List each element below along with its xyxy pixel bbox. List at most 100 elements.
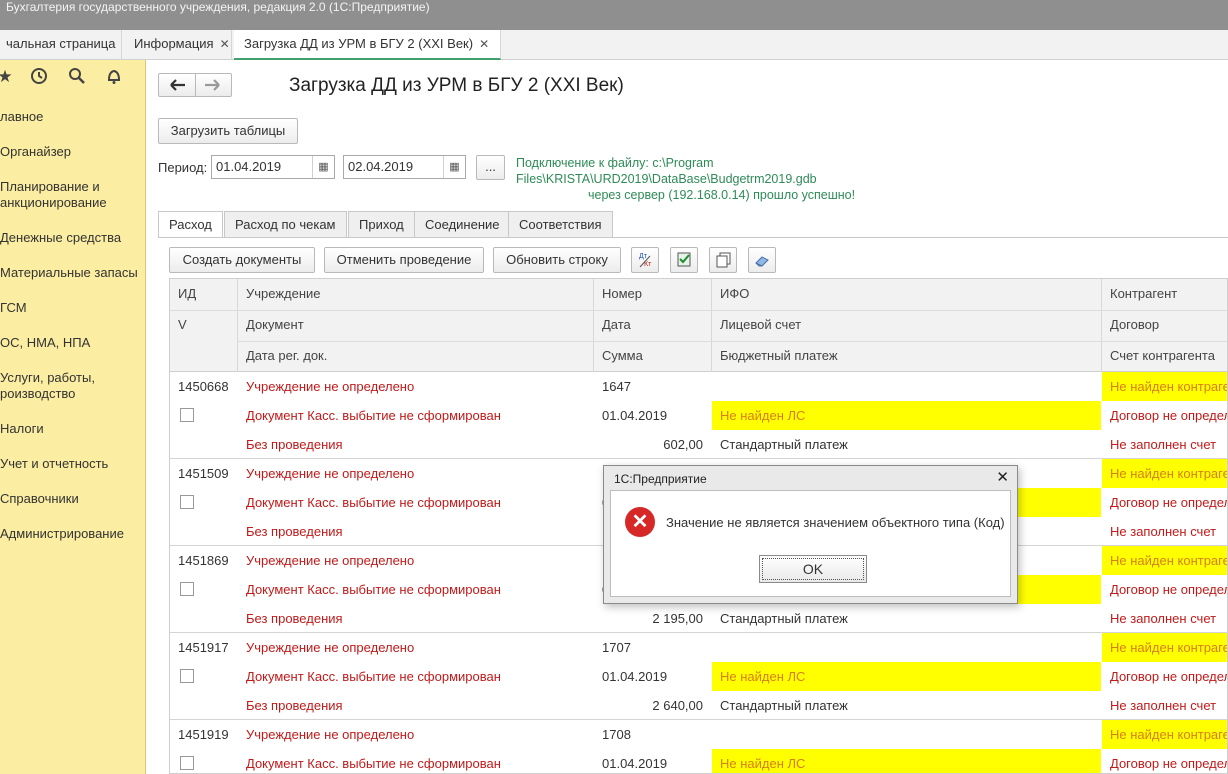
bell-icon[interactable]	[103, 66, 125, 88]
connection-line: Подключение к файлу: c:\Program	[516, 156, 714, 170]
row-checkbox[interactable]	[180, 582, 194, 596]
ok-button[interactable]: OK	[759, 555, 867, 583]
row-institution: Учреждение не определено	[246, 640, 415, 655]
calendar-icon[interactable]: ▦	[443, 156, 465, 178]
column-header-reg-date[interactable]: Дата рег. док.	[238, 341, 327, 372]
column-header-contractor[interactable]: Контрагент	[1102, 279, 1177, 310]
period-to-field[interactable]: 02.04.2019 ▦	[343, 155, 466, 179]
period-to-value: 02.04.2019	[348, 159, 414, 174]
row-sum: 2 640,00	[652, 698, 703, 713]
cancel-posting-button[interactable]: Отменить проведение	[324, 247, 484, 273]
star-icon[interactable]: ★	[0, 66, 16, 88]
column-header-date[interactable]: Дата	[594, 310, 631, 341]
row-payment: Стандартный платеж	[720, 437, 848, 452]
connection-line: через сервер (192.168.0.14) прошло успеш…	[588, 188, 856, 202]
tab-label: чальная страница	[6, 36, 116, 51]
row-checkbox[interactable]	[180, 408, 194, 422]
row-contractor: Не найден контрагент	[1102, 633, 1227, 662]
tab-home[interactable]: чальная страница	[0, 30, 122, 60]
calendar-icon[interactable]: ▦	[312, 156, 334, 178]
sidebar-item-materials[interactable]: Материальные запасы	[0, 265, 146, 281]
error-dialog: 1С:Предприятие ✕ ✕ Значение не является …	[603, 465, 1018, 604]
connection-status: Подключение к файлу: c:\Program Files\KR…	[516, 155, 896, 203]
sidebar-item-cash[interactable]: Денежные средства	[0, 230, 146, 246]
window-title: Бухгалтерия государственного учреждения,…	[0, 0, 1228, 30]
row-number: 1707	[602, 640, 631, 655]
column-header-select[interactable]: V	[170, 310, 187, 341]
sidebar-item-reporting[interactable]: Учет и отчетность	[0, 456, 146, 472]
column-header-contractor-account[interactable]: Счет контрагента	[1102, 341, 1215, 372]
error-icon: ✕	[625, 507, 655, 537]
row-sum: 2 195,00	[652, 611, 703, 626]
tab-mappings[interactable]: Соответствия	[508, 211, 613, 238]
row-number: 1708	[602, 727, 631, 742]
forward-button[interactable]	[195, 73, 232, 97]
sidebar-item-taxes[interactable]: Налоги	[0, 421, 146, 437]
search-icon[interactable]	[66, 66, 88, 88]
column-header-payment[interactable]: Бюджетный платеж	[712, 341, 838, 372]
sidebar: ★ лавное Органайзер Планирование и анкци…	[0, 60, 146, 774]
row-reg-date: Без проведения	[246, 524, 343, 539]
row-document: Документ Касс. выбытие не сформирован	[246, 756, 501, 771]
history-icon[interactable]	[28, 66, 50, 88]
row-contract: Договор не определен	[1110, 756, 1227, 771]
column-header-contract[interactable]: Договор	[1102, 310, 1159, 341]
period-select-button[interactable]: ...	[476, 155, 505, 180]
row-checkbox[interactable]	[180, 756, 194, 770]
column-header-ifo[interactable]: ИФО	[712, 279, 749, 310]
row-account: Не найден ЛС	[712, 401, 1101, 430]
column-header-account[interactable]: Лицевой счет	[712, 310, 801, 341]
sidebar-item-references[interactable]: Справочники	[0, 491, 146, 507]
dialog-message: Значение не является значением объектног…	[666, 515, 1005, 530]
tab-expense-receipts[interactable]: Расход по чекам	[224, 211, 347, 238]
row-document: Документ Касс. выбытие не сформирован	[246, 408, 501, 423]
sidebar-item-organizer[interactable]: Органайзер	[0, 144, 146, 160]
dialog-body: ✕ Значение не является значением объектн…	[610, 490, 1011, 597]
sidebar-item-admin[interactable]: Администрирование	[0, 526, 146, 542]
row-date: 01.04.2019	[602, 408, 668, 423]
copy-icon[interactable]	[709, 247, 737, 273]
sidebar-item-main[interactable]: лавное	[0, 109, 146, 125]
eraser-icon[interactable]	[748, 247, 776, 273]
create-documents-button[interactable]: Создать документы	[169, 247, 315, 273]
sidebar-item-fuel[interactable]: ГСМ	[0, 300, 146, 316]
load-tables-button[interactable]: Загрузить таблицы	[158, 118, 298, 144]
column-header-document[interactable]: Документ	[238, 310, 304, 341]
tab-expense[interactable]: Расход	[158, 211, 223, 238]
column-header-institution[interactable]: Учреждение	[238, 279, 321, 310]
sidebar-item-assets[interactable]: ОС, НМА, НПА	[0, 335, 146, 351]
period-from-field[interactable]: 01.04.2019 ▦	[211, 155, 335, 179]
check-doc-icon[interactable]	[670, 247, 698, 273]
tab-label: Загрузка ДД из УРМ в БГУ 2 (XXI Век)	[244, 36, 474, 51]
row-sum: 602,00	[663, 437, 703, 452]
row-contract: Договор не определен	[1110, 669, 1227, 684]
column-header-id[interactable]: ИД	[170, 279, 196, 310]
row-document: Документ Касс. выбытие не сформирован	[246, 582, 501, 597]
close-icon[interactable]: ✕	[996, 468, 1009, 486]
row-document: Документ Касс. выбытие не сформирован	[246, 495, 501, 510]
header-divider	[170, 310, 1227, 311]
page-title: Загрузка ДД из УРМ в БГУ 2 (XXI Век)	[289, 75, 624, 96]
column-header-sum[interactable]: Сумма	[594, 341, 643, 372]
tab-upload[interactable]: Загрузка ДД из УРМ в БГУ 2 (XXI Век) ✕	[234, 30, 501, 60]
row-reg-date: Без проведения	[246, 698, 343, 713]
sidebar-item-planning[interactable]: Планирование и анкционирование	[0, 179, 146, 211]
column-header-number[interactable]: Номер	[594, 279, 642, 310]
back-button[interactable]	[158, 73, 196, 97]
row-contractor: Не найден контрагент	[1102, 720, 1227, 749]
refresh-row-button[interactable]: Обновить строку	[493, 247, 621, 273]
row-checkbox[interactable]	[180, 669, 194, 683]
tab-info[interactable]: Информация ✕	[122, 30, 232, 60]
sidebar-item-services[interactable]: Услуги, работы, роизводство	[0, 370, 146, 402]
tab-connection[interactable]: Соединение	[414, 211, 511, 238]
close-icon[interactable]: ✕	[479, 37, 489, 51]
table-header: ИД Учреждение Номер ИФО Контрагент V Док…	[170, 279, 1227, 372]
row-contractor-account: Не заполнен счет	[1110, 524, 1217, 539]
row-institution: Учреждение не определено	[246, 553, 415, 568]
connection-line: Files\KRISTA\URD2019\DataBase\Budgetrm20…	[516, 172, 817, 186]
close-icon[interactable]: ✕	[220, 37, 230, 51]
tab-income[interactable]: Приход	[348, 211, 415, 238]
row-checkbox[interactable]	[180, 495, 194, 509]
dt-kt-icon[interactable]: Дт Кт	[631, 247, 659, 273]
row-id: 1451509	[178, 466, 229, 481]
